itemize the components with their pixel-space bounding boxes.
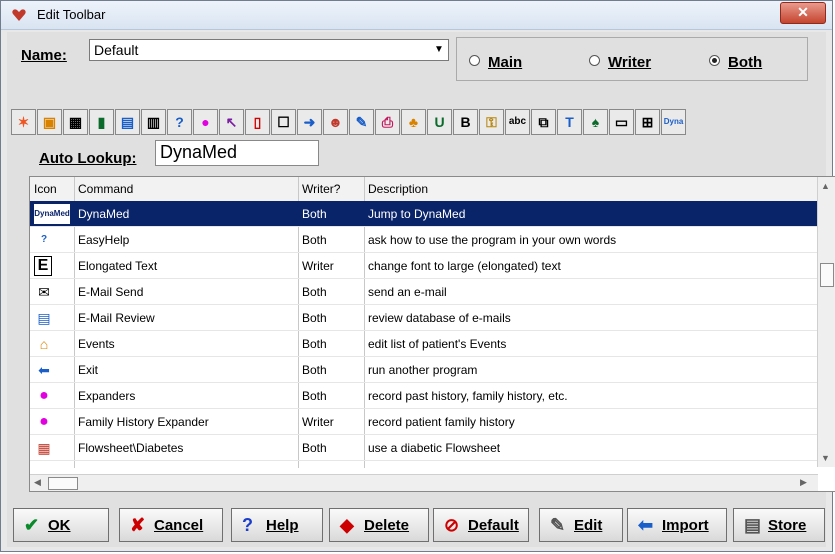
import-arrow-icon: ⬅	[638, 515, 654, 535]
help-button[interactable]: ? Help	[231, 508, 323, 542]
tree-icon[interactable]: ♠	[583, 109, 608, 135]
box-icon[interactable]: ▣	[37, 109, 62, 135]
scroll-up-icon[interactable]: ▲	[821, 181, 830, 191]
email-review-icon: ▤	[37, 310, 51, 326]
table-row[interactable]: ▦ Flowsheet\Diabetes Both use a diabetic…	[30, 435, 818, 461]
pen-icon[interactable]: ✎	[349, 109, 374, 135]
edit-toolbar-window: Edit Toolbar ✕ Name: Default ▼ Main Writ…	[0, 0, 835, 552]
scroll-left-icon[interactable]: ◀	[34, 477, 41, 488]
key-icon[interactable]: ⚿	[479, 109, 504, 135]
delete-button[interactable]: ◆ Delete	[329, 508, 429, 542]
header-icon[interactable]: Icon	[34, 182, 57, 196]
dynamed-icon[interactable]: Dyna	[661, 109, 686, 135]
header-writer[interactable]: Writer?	[302, 182, 340, 196]
table-row[interactable]: ⬅ Exit Both run another program	[30, 357, 818, 383]
question-icon: ?	[242, 515, 253, 535]
app-heart-icon	[12, 9, 26, 21]
card-icon[interactable]: ▭	[609, 109, 634, 135]
table-header: Icon Command Writer? Description	[30, 177, 818, 202]
default-button[interactable]: ⊘ Default	[433, 508, 529, 542]
auto-lookup-label: Auto Lookup:	[39, 150, 137, 167]
checkmark-icon: ✔	[24, 515, 40, 535]
store-button[interactable]: ▤ Store	[733, 508, 825, 542]
name-label: Name:	[21, 47, 67, 64]
table-row[interactable]: DynaMed DynaMed Both Jump to DynaMed	[30, 201, 818, 227]
eraser-icon: ◆	[340, 515, 354, 535]
auto-lookup-input[interactable]: DynaMed	[155, 140, 319, 166]
horizontal-scrollbar[interactable]: ◀ ▶	[30, 474, 818, 491]
arrow-right-icon[interactable]: ➜	[297, 109, 322, 135]
edit-icon: ✎	[550, 515, 566, 535]
table-row[interactable]: ? EasyHelp Both ask how to use the progr…	[30, 227, 818, 253]
figure-icon[interactable]: ♣	[401, 109, 426, 135]
table-row[interactable]: ⌂ Events Both edit list of patient's Eve…	[30, 331, 818, 357]
cancel-button[interactable]: ✘ Cancel	[119, 508, 223, 542]
expanders-icon: ●	[39, 387, 49, 404]
table-row[interactable]: ▤ E-Mail Review Both review database of …	[30, 305, 818, 331]
thermometer-icon[interactable]: ▯	[245, 109, 270, 135]
elongated-text-icon: E	[34, 256, 52, 276]
help-icon[interactable]: ?	[167, 109, 192, 135]
table-row[interactable]: ● Family History Expander Writer record …	[30, 409, 818, 435]
cancel-x-icon: ✘	[130, 515, 146, 535]
battery-icon[interactable]: ▮	[89, 109, 114, 135]
cursor-icon[interactable]: ↖	[219, 109, 244, 135]
edit-button[interactable]: ✎ Edit	[539, 508, 623, 542]
radio-writer[interactable]: Writer	[589, 54, 651, 71]
commands-table: Icon Command Writer? Description DynaMed…	[29, 176, 835, 492]
header-command[interactable]: Command	[78, 182, 133, 196]
radio-both[interactable]: Both	[709, 54, 762, 71]
header-description[interactable]: Description	[368, 182, 428, 196]
store-icon: ▤	[744, 515, 762, 535]
hscroll-thumb[interactable]	[48, 477, 78, 490]
blank-icon[interactable]: ☐	[271, 109, 296, 135]
vertical-scrollbar[interactable]: ▲ ▼	[817, 177, 835, 467]
document-icon[interactable]: ▥	[141, 109, 166, 135]
toolbar-icon-strip: ✶ ▣ ▦ ▮ ▤ ▥ ? ● ↖ ▯ ☐ ➜ ☻ ✎ ⎙ ♣ U B ⚿ ab…	[11, 101, 833, 135]
store-icon[interactable]: ⊞	[635, 109, 660, 135]
name-combobox[interactable]: Default	[89, 39, 449, 61]
ok-button[interactable]: ✔ OK	[13, 508, 109, 542]
printer-icon[interactable]: ⎙	[375, 109, 400, 135]
spellcheck-icon[interactable]: abc	[505, 109, 530, 135]
import-button[interactable]: ⬅ Import	[627, 508, 727, 542]
radio-main[interactable]: Main	[469, 54, 522, 71]
chevron-down-icon[interactable]: ▼	[432, 42, 446, 58]
b-doc-icon[interactable]: B	[453, 109, 478, 135]
scroll-down-icon[interactable]: ▼	[821, 453, 830, 463]
u-box-icon[interactable]: U	[427, 109, 452, 135]
exit-icon: ⬅	[38, 362, 50, 378]
calendar-icon[interactable]: ▤	[115, 109, 140, 135]
title-bar: Edit Toolbar ✕	[1, 1, 832, 30]
circle-icon[interactable]: ●	[193, 109, 218, 135]
copy-icon[interactable]: ⧉	[531, 109, 556, 135]
grid-icon[interactable]: ▦	[63, 109, 88, 135]
dynamed-icon: DynaMed	[34, 204, 70, 224]
flowsheet-icon: ▦	[37, 440, 51, 456]
table-row[interactable]: ● Expanders Both record past history, fa…	[30, 383, 818, 409]
close-button[interactable]: ✕	[780, 2, 826, 24]
toolbar-scope-radio-group: Main Writer Both	[456, 37, 808, 81]
email-send-icon: ✉	[38, 284, 50, 300]
window-title: Edit Toolbar	[37, 7, 106, 22]
person-icon[interactable]: ☻	[323, 109, 348, 135]
table-row[interactable]: ✉ E-Mail Send Both send an e-mail	[30, 279, 818, 305]
scroll-right-icon[interactable]: ▶	[800, 477, 807, 488]
scroll-thumb[interactable]	[820, 263, 834, 287]
text-tool-icon[interactable]: T	[557, 109, 582, 135]
family-history-icon: ●	[39, 413, 49, 430]
no-symbol-icon: ⊘	[444, 515, 460, 535]
starburst-icon[interactable]: ✶	[11, 109, 36, 135]
easyhelp-icon: ?	[40, 234, 48, 245]
events-icon: ⌂	[39, 336, 49, 352]
table-row[interactable]: E Elongated Text Writer change font to l…	[30, 253, 818, 279]
